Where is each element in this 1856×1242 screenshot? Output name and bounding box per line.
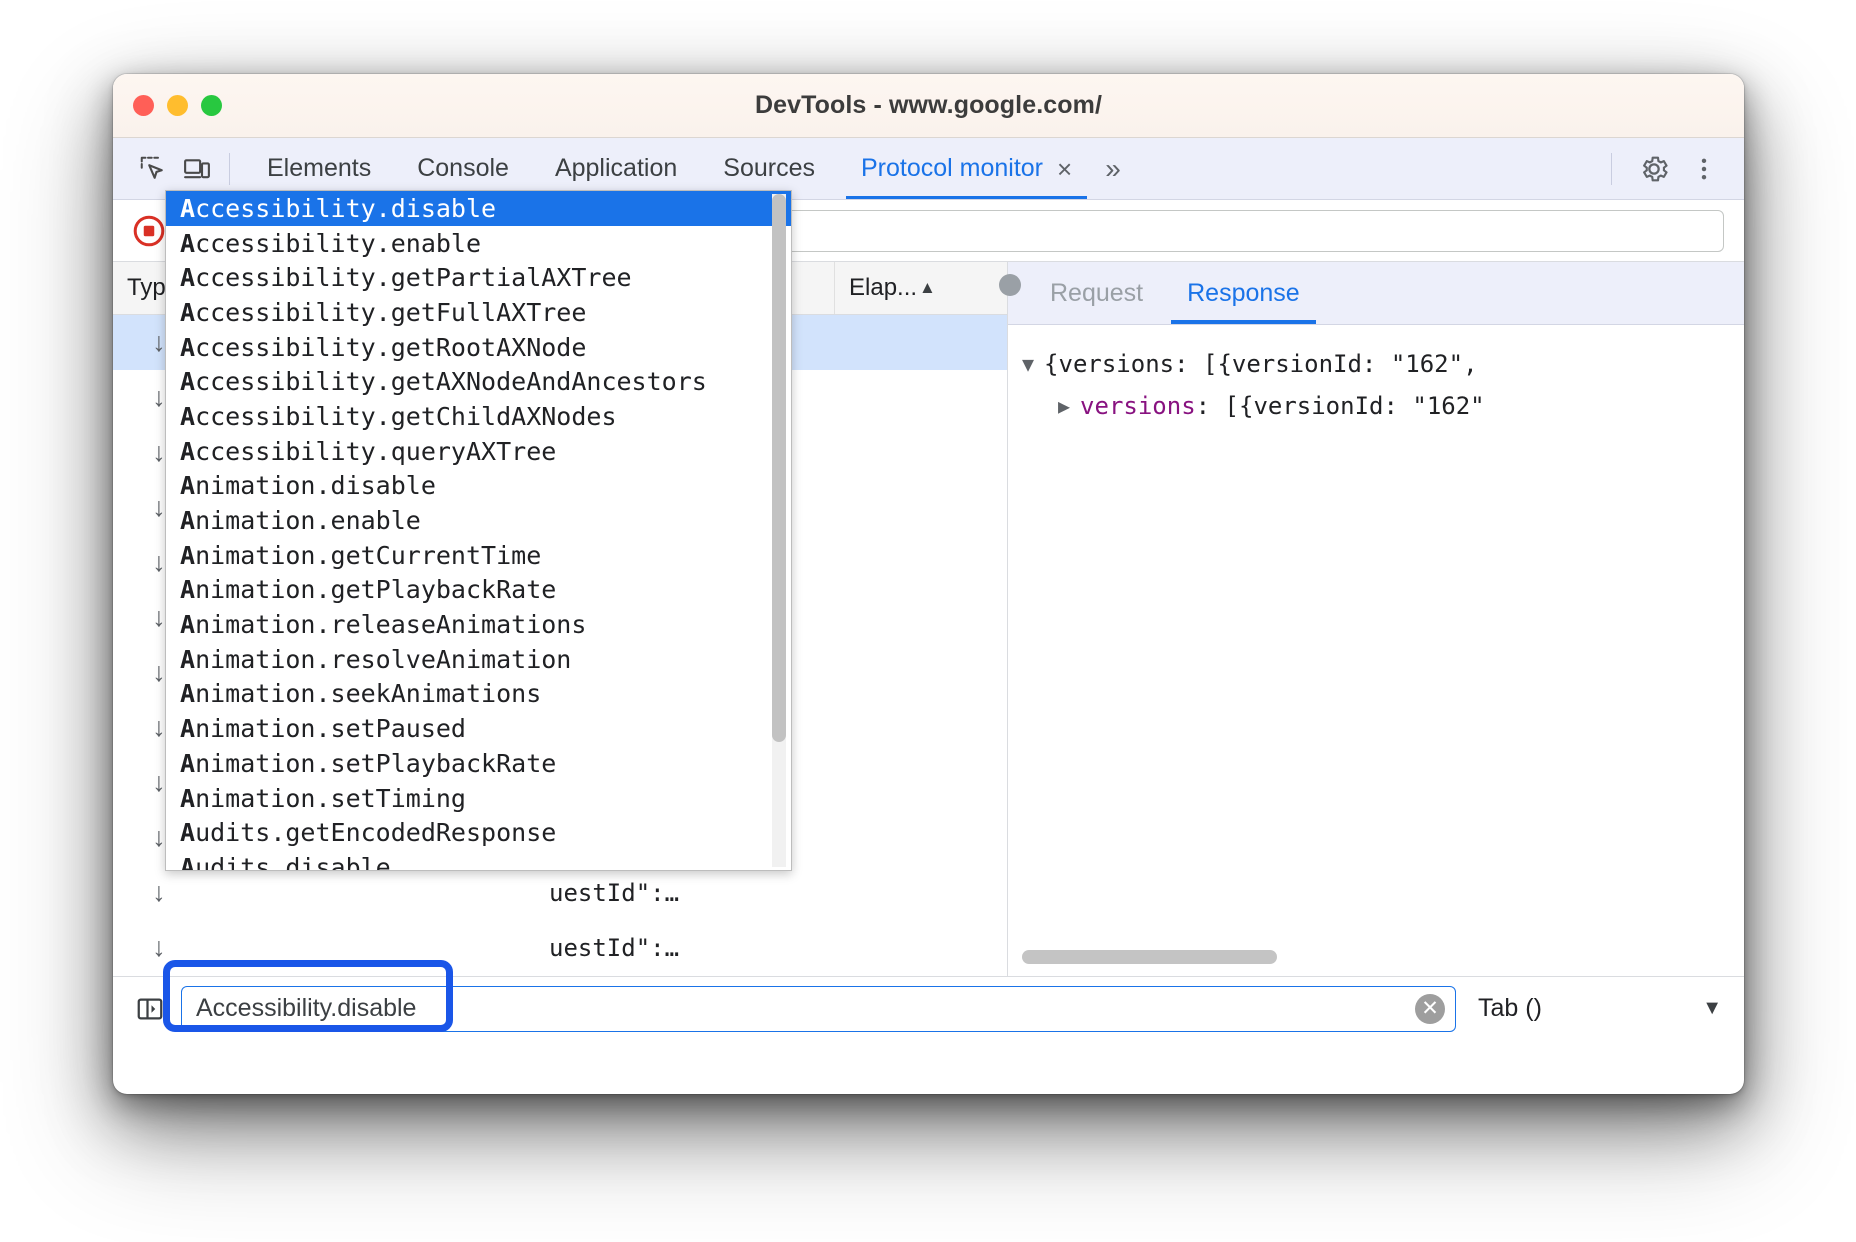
table-cell (835, 370, 1005, 425)
json-key: versions (1080, 392, 1196, 420)
target-selector-label: Tab () (1478, 994, 1542, 1023)
command-input-wrapper[interactable]: ✕ (181, 986, 1456, 1032)
tab-label: Response (1187, 279, 1300, 308)
table-cell (835, 315, 1005, 370)
screenshot-root: DevTools - www.google.com/ Elem (0, 0, 1856, 1242)
column-header-elapsed[interactable]: Elap... ▲ (835, 262, 1005, 314)
table-cell (835, 810, 1005, 865)
table-cell (835, 590, 1005, 645)
inspect-cursor-icon[interactable] (131, 147, 175, 191)
chevron-down-icon: ▼ (1702, 997, 1722, 1020)
detail-tabs: Request Response (1008, 262, 1744, 325)
tab-request[interactable]: Request (1028, 262, 1165, 324)
sort-ascending-icon: ▲ (919, 278, 936, 298)
collapse-triangle-icon[interactable]: ▶ (1058, 394, 1070, 418)
autocomplete-scrollbar-thumb[interactable] (772, 194, 786, 742)
tab-response[interactable]: Response (1165, 262, 1322, 324)
autocomplete-item[interactable]: Animation.setPaused (166, 711, 791, 746)
autocomplete-item[interactable]: Accessibility.getFullAXTree (166, 295, 791, 330)
table-cell: uestId":… (535, 920, 835, 975)
toolbar-right-actions (1611, 147, 1726, 191)
tab-label: Sources (723, 154, 815, 183)
command-bar: ✕ Tab () ▼ (113, 976, 1744, 1040)
detail-pane: Request Response ▼ {versions: [{versionI… (1008, 262, 1744, 976)
toolbar-divider (229, 153, 230, 185)
json-line-root[interactable]: ▼ {versions: [{versionId: "162", (1022, 343, 1744, 385)
table-cell (835, 535, 1005, 590)
autocomplete-popup[interactable]: Accessibility.disableAccessibility.enabl… (165, 190, 792, 871)
clear-circle-icon[interactable]: ✕ (1415, 994, 1445, 1024)
table-cell (835, 480, 1005, 535)
expand-triangle-icon[interactable]: ▼ (1022, 352, 1034, 376)
tab-label: Application (555, 154, 677, 183)
json-line-versions[interactable]: ▶ versions : [{versionId: "162" (1022, 385, 1744, 427)
tab-label: Request (1050, 279, 1143, 308)
json-line-text: {versions: [{versionId: "162", (1044, 350, 1477, 378)
table-cell (205, 920, 535, 975)
minimize-window-button[interactable] (167, 95, 188, 116)
table-cell (835, 645, 1005, 700)
autocomplete-item[interactable]: Accessibility.enable (166, 226, 791, 261)
tab-label: Elements (267, 154, 371, 183)
autocomplete-scrollbar[interactable] (772, 194, 786, 867)
table-row[interactable]: ↓ uestId":… (113, 865, 1007, 920)
tab-label: Console (417, 154, 509, 183)
target-selector[interactable]: Tab () ▼ (1478, 994, 1728, 1023)
toolbar-divider-right (1611, 153, 1612, 185)
autocomplete-item[interactable]: Animation.releaseAnimations (166, 607, 791, 642)
more-tabs-icon[interactable]: » (1095, 138, 1131, 199)
window-titlebar: DevTools - www.google.com/ (113, 74, 1744, 138)
pane-resize-handle[interactable] (999, 274, 1021, 296)
autocomplete-item[interactable]: Accessibility.queryAXTree (166, 434, 791, 469)
autocomplete-item[interactable]: Animation.seekAnimations (166, 677, 791, 712)
table-cell: uestId":… (535, 865, 835, 920)
table-cell (835, 700, 1005, 755)
table-cell (835, 865, 1005, 920)
autocomplete-item[interactable]: Accessibility.getRootAXNode (166, 330, 791, 365)
json-line-text: : [{versionId: "162" (1196, 392, 1485, 420)
table-cell (835, 425, 1005, 480)
autocomplete-item[interactable]: Animation.getPlaybackRate (166, 573, 791, 608)
toggle-drawer-icon[interactable] (129, 988, 171, 1030)
autocomplete-item[interactable]: Audits.getEncodedResponse (166, 815, 791, 850)
close-icon[interactable]: × (1057, 156, 1072, 182)
horizontal-scrollbar-thumb[interactable] (1022, 950, 1277, 964)
autocomplete-item[interactable]: Animation.setTiming (166, 781, 791, 816)
close-window-button[interactable] (133, 95, 154, 116)
table-cell (835, 755, 1005, 810)
autocomplete-item[interactable]: Accessibility.disable (166, 191, 791, 226)
window-controls[interactable] (133, 95, 222, 116)
autocomplete-item[interactable]: Animation.getCurrentTime (166, 538, 791, 573)
autocomplete-item[interactable]: Accessibility.getChildAXNodes (166, 399, 791, 434)
response-json-viewer: ▼ {versions: [{versionId: "162", ▶ versi… (1008, 325, 1744, 976)
autocomplete-item[interactable]: Audits.disable (166, 850, 791, 871)
tab-label: Protocol monitor (861, 154, 1043, 183)
more-vertical-icon[interactable] (1682, 147, 1726, 191)
autocomplete-item[interactable]: Accessibility.getAXNodeAndAncestors (166, 364, 791, 399)
autocomplete-item[interactable]: Animation.enable (166, 503, 791, 538)
table-row[interactable]: ↓ uestId":… (113, 920, 1007, 975)
tab-protocol-monitor[interactable]: Protocol monitor × (838, 138, 1095, 199)
table-cell (205, 865, 535, 920)
devtools-window: DevTools - www.google.com/ Elem (113, 74, 1744, 1094)
maximize-window-button[interactable] (201, 95, 222, 116)
table-cell: ↓ (113, 920, 205, 975)
table-cell (835, 920, 1005, 975)
autocomplete-item[interactable]: Animation.setPlaybackRate (166, 746, 791, 781)
autocomplete-item[interactable]: Accessibility.getPartialAXTree (166, 260, 791, 295)
autocomplete-item[interactable]: Animation.disable (166, 469, 791, 504)
gear-icon[interactable] (1632, 147, 1676, 191)
autocomplete-item[interactable]: Animation.resolveAnimation (166, 642, 791, 677)
autocomplete-list: Accessibility.disableAccessibility.enabl… (166, 191, 791, 871)
command-input[interactable] (182, 987, 1455, 1031)
horizontal-scrollbar[interactable] (1022, 950, 1730, 964)
column-header-elapsed-label: Elap... (849, 274, 917, 302)
table-cell: ↓ (113, 865, 205, 920)
window-title: DevTools - www.google.com/ (113, 91, 1744, 120)
device-toolbar-icon[interactable] (175, 147, 219, 191)
